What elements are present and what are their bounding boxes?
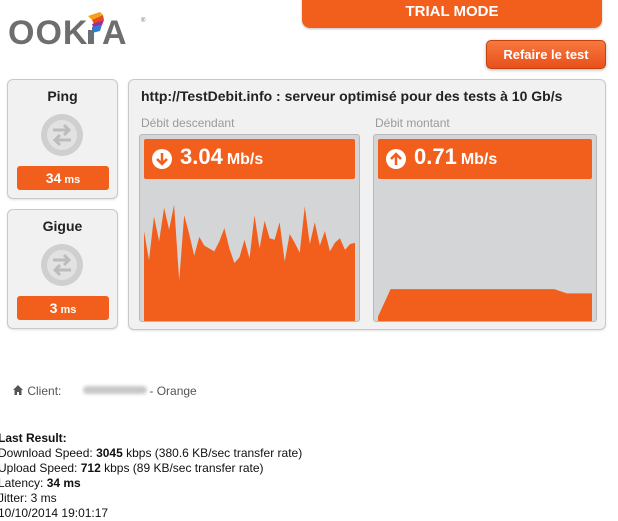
arrows-swap-icon (41, 244, 83, 286)
jitter-value-badge: 3 ms (17, 296, 109, 320)
last-result-jitter: Jitter: 3 ms (0, 491, 57, 505)
client-ip-redacted (83, 386, 148, 394)
client-info: Client: - Orange (12, 384, 197, 398)
download-area-series (144, 204, 355, 321)
upload-area-series (378, 289, 592, 321)
ping-label: Ping (47, 88, 78, 104)
last-result-title: Last Result: (0, 431, 67, 445)
download-label: Débit descendant (141, 116, 235, 130)
speed-results-panel: http://TestDebit.info : serveur optimisé… (128, 79, 606, 330)
arrows-swap-icon (41, 114, 83, 156)
svg-text:®: ® (141, 17, 146, 24)
client-label: Client: (27, 384, 62, 398)
upload-area-chart (378, 289, 592, 321)
last-result-latency: Latency: 34 ms (0, 476, 81, 490)
upload-label: Débit montant (375, 116, 450, 130)
ping-unit: ms (64, 174, 81, 186)
ping-card: Ping 34 ms (7, 79, 118, 199)
trial-mode-banner: TRIAL MODE (302, 0, 602, 28)
jitter-value: 3 (49, 300, 58, 316)
ping-value-badge: 34 ms (17, 166, 109, 190)
upload-graph: 0.71 Mb/s (373, 134, 597, 322)
retest-button[interactable]: Refaire le test (486, 40, 606, 69)
last-result-date: 10/10/2014 19:01:17 (0, 506, 109, 520)
svg-text:A: A (102, 14, 127, 52)
download-graph: 3.04 Mb/s (139, 134, 360, 322)
ping-value: 34 (45, 170, 62, 186)
server-info: http://TestDebit.info : serveur optimisé… (141, 88, 563, 104)
last-result: Last Result: Download Speed: 3045 kbps (… (0, 431, 302, 521)
home-icon (13, 385, 23, 395)
jitter-unit: ms (60, 304, 77, 316)
last-result-download: Download Speed: 3045 kbps (380.6 KB/sec … (0, 446, 303, 460)
jitter-label: Gigue (42, 218, 83, 234)
jitter-card: Gigue 3 ms (7, 209, 118, 329)
client-isp: - Orange (149, 384, 197, 398)
last-result-upload: Upload Speed: 712 kbps (89 KB/sec transf… (0, 461, 264, 475)
ookla-logo: OOK A ® (8, 12, 146, 52)
download-area-chart (144, 204, 355, 321)
svg-text:OOK: OOK (8, 14, 88, 52)
